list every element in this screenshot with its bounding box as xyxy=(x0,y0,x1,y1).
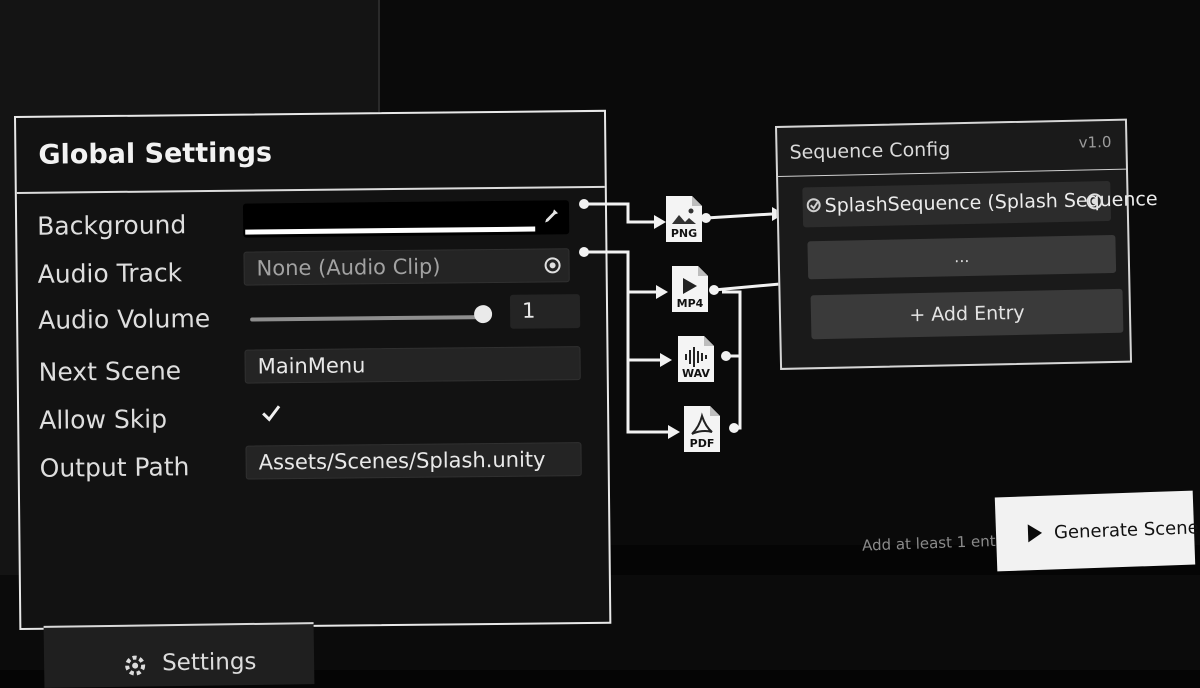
pdf-file-icon: PDF xyxy=(682,404,722,454)
more-entries-button[interactable]: ... xyxy=(807,234,1117,280)
wav-file-label: WAV xyxy=(682,367,710,380)
png-file-icon: PNG xyxy=(664,194,704,244)
sequence-entry-field[interactable]: SplashSequence (Splash Sequence xyxy=(802,180,1158,228)
object-picker-icon[interactable] xyxy=(1084,191,1104,211)
play-icon xyxy=(1027,523,1043,543)
sequence-config-title: Sequence Config xyxy=(789,138,951,164)
sequence-config-version: v1.0 xyxy=(1078,132,1112,152)
sequence-entry-value: SplashSequence (Splash Sequence xyxy=(824,188,1158,217)
pdf-file-label: PDF xyxy=(689,437,715,450)
add-entry-button[interactable]: + Add Entry xyxy=(810,288,1124,340)
mp4-file-icon: MP4 xyxy=(670,264,710,314)
scriptable-object-icon xyxy=(806,198,821,213)
generate-scene-button[interactable]: Generate Scene xyxy=(994,490,1199,572)
wav-file-icon: WAV xyxy=(676,334,716,384)
sequence-config-divider xyxy=(778,168,1126,177)
mp4-file-label: MP4 xyxy=(676,297,704,310)
sequence-config-panel: Sequence Config v1.0 SplashSequence (Spl… xyxy=(775,118,1158,370)
generate-scene-label: Generate Scene xyxy=(1053,516,1199,543)
png-file-label: PNG xyxy=(670,227,698,240)
